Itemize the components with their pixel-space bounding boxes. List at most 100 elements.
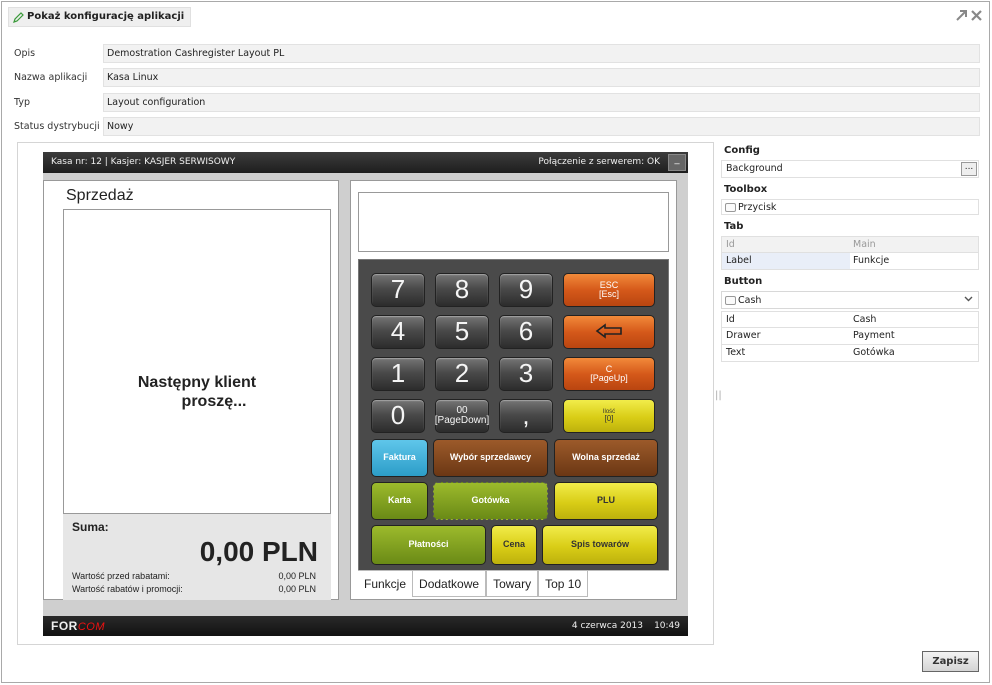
- tab-dodatkowe[interactable]: Dodatkowe: [412, 571, 487, 597]
- key-6[interactable]: 6: [499, 315, 553, 349]
- field-label: Opis: [14, 48, 36, 59]
- button-text-value[interactable]: Gotówka: [850, 345, 978, 361]
- key-2[interactable]: 2: [435, 357, 489, 391]
- toolbox-header: Toolbox: [724, 184, 768, 195]
- discount-label: Wartość rabatów i promocji:: [72, 584, 183, 594]
- tab-id-row: Id Main: [721, 236, 979, 253]
- button-text-row[interactable]: Text Gotówka: [721, 345, 979, 362]
- field-typ: Typ Layout configuration: [14, 93, 980, 112]
- properties-panel: Config Background ... Toolbox Przycisk T…: [721, 142, 979, 362]
- tab-label-row[interactable]: Label Funkcje: [721, 253, 979, 270]
- toolbox-przycisk-label: Przycisk: [738, 201, 777, 213]
- field-opis: Opis Demostration Cashregister Layout PL: [14, 44, 980, 63]
- expand-icon[interactable]: [955, 9, 968, 26]
- background-row: Background ...: [721, 160, 979, 178]
- key-comma[interactable]: ,: [499, 399, 553, 433]
- keypad-panel: 7 8 9 ESC [Esc] 4 5 6 1 2 3 C [PageUp] 0…: [350, 180, 677, 600]
- key-3[interactable]: 3: [499, 357, 553, 391]
- key-8[interactable]: 8: [435, 273, 489, 307]
- plu-button[interactable]: PLU: [554, 482, 658, 520]
- register-body: Sprzedaż Następny klient proszę... Suma:…: [43, 173, 688, 616]
- clear-button[interactable]: C [PageUp]: [563, 357, 655, 391]
- button-id-key: Id: [726, 314, 735, 325]
- field-value[interactable]: Demostration Cashregister Layout PL: [103, 44, 980, 63]
- button-shape-icon: [725, 202, 736, 212]
- button-shape-icon: [725, 295, 736, 305]
- esc-shortcut: [Esc]: [598, 289, 619, 299]
- backspace-arrow-icon: [595, 323, 623, 341]
- config-window: Pokaż konfigurację aplikacji Opis Demost…: [1, 1, 990, 683]
- receipt-area: Następny klient proszę...: [63, 209, 331, 514]
- platnosci-button[interactable]: Płatności: [371, 525, 486, 565]
- window-title-tab: Pokaż konfigurację aplikacji: [8, 7, 192, 27]
- next-client-message: Następny klient proszę...: [64, 373, 330, 411]
- discount-row: Wartość rabatów i promocji: 0,00 PLN: [72, 584, 316, 594]
- key-1[interactable]: 1: [371, 357, 425, 391]
- key-4[interactable]: 4: [371, 315, 425, 349]
- button-text-key: Text: [726, 347, 746, 358]
- server-status: Połączenie z serwerem: OK: [538, 157, 660, 167]
- field-value[interactable]: Nowy: [103, 117, 980, 136]
- background-label: Background: [726, 163, 783, 174]
- field-value[interactable]: Layout configuration: [103, 93, 980, 112]
- field-value[interactable]: Kasa Linux: [103, 68, 980, 87]
- cash-register-layout: Kasa nr: 12 | Kasjer: KASJER SERWISOWY P…: [43, 152, 688, 636]
- discount-value: 0,00 PLN: [278, 584, 316, 594]
- panel-splitter[interactable]: ||: [715, 390, 722, 401]
- field-status-dystrybucji: Status dystrybucji Nowy: [14, 117, 980, 136]
- field-label: Status dystrybucji: [14, 121, 100, 132]
- next-client-line-1: Następny klient: [137, 374, 257, 391]
- register-time: 10:49: [654, 621, 680, 631]
- button-select-value: Cash: [738, 294, 762, 306]
- key-5[interactable]: 5: [435, 315, 489, 349]
- next-client-line-2: proszę...: [181, 393, 247, 410]
- button-select[interactable]: Cash: [721, 291, 979, 309]
- quantity-shortcut: [0]: [604, 413, 614, 423]
- spis-towarow-button[interactable]: Spis towarów: [542, 525, 658, 565]
- logo-part-b: COM: [77, 621, 106, 633]
- sales-panel: Sprzedaż Następny klient proszę... Suma:…: [43, 180, 339, 600]
- register-date: 4 czerwca 2013: [571, 621, 643, 631]
- toolbox-przycisk[interactable]: Przycisk: [721, 199, 979, 215]
- tab-towary[interactable]: Towary: [486, 571, 539, 597]
- faktura-button[interactable]: Faktura: [371, 439, 428, 477]
- button-drawer-value[interactable]: Payment: [850, 328, 978, 344]
- button-drawer-row[interactable]: Drawer Payment: [721, 328, 979, 345]
- layout-preview: Kasa nr: 12 | Kasjer: KASJER SERWISOWY P…: [17, 142, 714, 645]
- tab-funkcje[interactable]: Funkcje: [358, 571, 412, 597]
- key-7[interactable]: 7: [371, 273, 425, 307]
- wolna-sprzedaz-button[interactable]: Wolna sprzedaż: [554, 439, 658, 477]
- close-icon[interactable]: [970, 9, 983, 26]
- esc-button[interactable]: ESC [Esc]: [563, 273, 655, 307]
- tab-id-value: Main: [850, 237, 978, 252]
- before-discount-label: Wartość przed rabatami:: [72, 571, 170, 581]
- minimize-button[interactable]: _: [668, 154, 686, 171]
- logo-part-a: FOR: [51, 619, 78, 633]
- gotowka-button[interactable]: Gotówka: [433, 482, 548, 520]
- key-00[interactable]: 00 [PageDown]: [435, 399, 489, 433]
- field-nazwa-aplikacji: Nazwa aplikacji Kasa Linux: [14, 68, 980, 87]
- chevron-down-icon: [964, 294, 973, 306]
- tab-label-value[interactable]: Funkcje: [850, 253, 978, 269]
- key-9[interactable]: 9: [499, 273, 553, 307]
- button-id-value[interactable]: Cash: [850, 312, 978, 327]
- quantity-button[interactable]: Ilość [0]: [563, 399, 655, 433]
- wybor-sprzedawcy-button[interactable]: Wybór sprzedawcy: [433, 439, 548, 477]
- tab-top-10[interactable]: Top 10: [538, 571, 589, 597]
- register-info: Kasa nr: 12 | Kasjer: KASJER SERWISOWY: [51, 157, 236, 167]
- backspace-button[interactable]: [563, 315, 655, 349]
- input-display: [358, 192, 669, 252]
- button-drawer-key: Drawer: [726, 330, 761, 341]
- window-title: Pokaż konfigurację aplikacji: [27, 11, 185, 22]
- sum-value: 0,00 PLN: [199, 536, 318, 567]
- karta-button[interactable]: Karta: [371, 482, 428, 520]
- cena-button[interactable]: Cena: [491, 525, 537, 565]
- register-bottom-bar: FORCOM 4 czerwca 2013 10:49: [43, 616, 688, 636]
- button-id-row[interactable]: Id Cash: [721, 311, 979, 328]
- key-0[interactable]: 0: [371, 399, 425, 433]
- tab-id-key: Id: [722, 237, 850, 252]
- save-button[interactable]: Zapisz: [922, 651, 979, 672]
- register-tabs: Funkcje Dodatkowe Towary Top 10: [358, 570, 669, 597]
- config-header: Config: [724, 145, 760, 156]
- background-browse-button[interactable]: ...: [961, 162, 977, 176]
